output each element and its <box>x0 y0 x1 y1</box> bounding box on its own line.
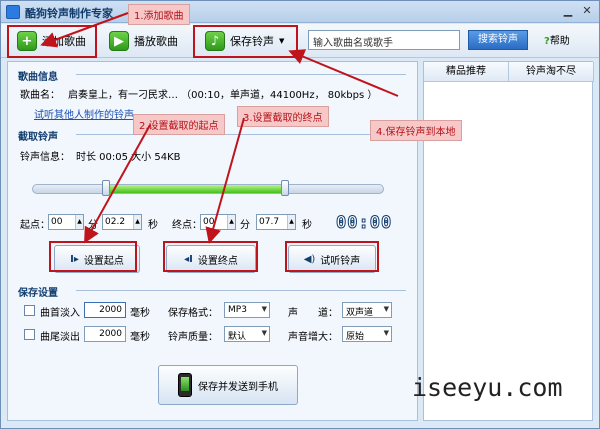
help-button[interactable]: ?帮助 <box>544 32 570 47</box>
phone-icon <box>178 373 192 397</box>
ringtone-info-label: 铃声信息： <box>20 152 70 163</box>
stepper-arrow-icon[interactable]: ▲ <box>75 215 83 229</box>
app-logo-icon <box>6 5 20 19</box>
play-icon: ▶ <box>109 31 129 51</box>
timer-display: 00:00 <box>335 213 393 234</box>
fadein-input[interactable]: 2000 <box>84 302 126 318</box>
gain-select[interactable]: 原始 ▼ <box>342 326 392 342</box>
minute-unit: 分 <box>88 220 98 231</box>
save-send-phone-button[interactable]: 保存并发送到手机 <box>158 365 298 405</box>
highlight-preview <box>285 241 379 272</box>
ms-unit: 毫秒 <box>130 308 150 319</box>
song-name-label: 歌曲名： <box>20 90 60 101</box>
gain-label: 声音增大： <box>288 332 338 343</box>
watermark: iseeyu.com <box>412 373 563 402</box>
second-unit: 秒 <box>302 220 312 231</box>
stepper-arrow-icon[interactable]: ▲ <box>287 215 295 229</box>
minute-unit: 分 <box>240 220 250 231</box>
highlight-set-start <box>49 241 137 272</box>
second-unit: 秒 <box>148 220 158 231</box>
channel-select[interactable]: 双声道 ▼ <box>342 302 392 318</box>
right-panel: 精品推荐 铃声淘不尽 <box>423 61 594 421</box>
quality-label: 铃声质量： <box>168 332 218 343</box>
dropdown-arrow-icon: ▼ <box>261 305 267 313</box>
other-ringtones-link[interactable]: 试听其他人制作的铃声 <box>34 106 134 121</box>
start-handle[interactable] <box>101 180 110 196</box>
quality-select[interactable]: 默认 ▼ <box>224 326 270 342</box>
fadeout-input[interactable]: 2000 <box>84 326 126 342</box>
close-icon[interactable]: ✕ <box>579 4 595 19</box>
song-info-title: 歌曲信息 <box>18 72 58 83</box>
ringtone-info-value: 时长 00:05 大小 54KB <box>76 152 181 163</box>
start-second-stepper[interactable]: 02.2 ▲ <box>102 214 142 230</box>
stepper-arrow-icon[interactable]: ▲ <box>227 215 235 229</box>
divider <box>76 134 406 135</box>
fadeout-checkbox[interactable] <box>24 329 35 340</box>
search-input[interactable]: 输入歌曲名或歌手 <box>308 30 460 50</box>
search-button[interactable]: 搜索铃声 <box>468 30 528 50</box>
play-song-button[interactable]: ▶ 播放歌曲 <box>105 29 182 53</box>
highlight-set-end <box>163 241 258 272</box>
song-name-value: 启奏皇上，有一刁民求… （00:10，单声道，44100Hz， 80kbps ） <box>68 90 378 101</box>
dropdown-arrow-icon: ▼ <box>383 305 389 313</box>
fadein-checkbox[interactable] <box>24 305 35 316</box>
tab-more-ringtones[interactable]: 铃声淘不尽 <box>509 62 594 82</box>
save-settings-title: 保存设置 <box>18 288 58 299</box>
end-second-stepper[interactable]: 07.7 ▲ <box>256 214 296 230</box>
fadein-label: 曲首淡入 <box>40 308 80 319</box>
highlight-add-song <box>7 25 97 58</box>
window-title: 酷狗铃声制作专家 <box>25 7 113 20</box>
minimize-icon[interactable]: ▁ <box>560 4 576 19</box>
play-song-label: 播放歌曲 <box>134 35 178 48</box>
fadeout-label: 曲尾淡出 <box>40 332 80 343</box>
stepper-arrow-icon[interactable]: ▲ <box>133 215 141 229</box>
divider <box>76 74 406 75</box>
callout-set-start: 2.设置截取的起点 <box>133 114 225 135</box>
end-handle[interactable] <box>281 180 290 196</box>
dropdown-arrow-icon: ▼ <box>261 329 267 337</box>
start-label: 起点： <box>20 220 50 231</box>
end-label: 终点： <box>172 220 202 231</box>
crop-title: 截取铃声 <box>18 132 58 143</box>
callout-add-song: 1.添加歌曲 <box>128 4 190 25</box>
ms-unit: 毫秒 <box>130 332 150 343</box>
channel-label: 声 道： <box>288 308 338 319</box>
format-label: 保存格式： <box>168 308 218 319</box>
range-selection <box>105 185 286 193</box>
tab-recommended[interactable]: 精品推荐 <box>424 62 509 82</box>
callout-set-end: 3.设置截取的终点 <box>237 106 329 127</box>
end-minute-stepper[interactable]: 00 ▲ <box>200 214 236 230</box>
divider <box>76 290 406 291</box>
start-minute-stepper[interactable]: 00 ▲ <box>48 214 84 230</box>
highlight-save-ringtone <box>193 25 298 58</box>
app-window: 酷狗铃声制作专家 ▁ ✕ + 添加歌曲 ▶ 播放歌曲 ♪ 保存铃声 ▼ 输入歌曲… <box>0 0 600 429</box>
format-select[interactable]: MP3 ▼ <box>224 302 270 318</box>
callout-save-local: 4.保存铃声到本地 <box>370 120 462 141</box>
dropdown-arrow-icon: ▼ <box>383 329 389 337</box>
title-bar: 酷狗铃声制作专家 ▁ ✕ <box>1 1 599 23</box>
